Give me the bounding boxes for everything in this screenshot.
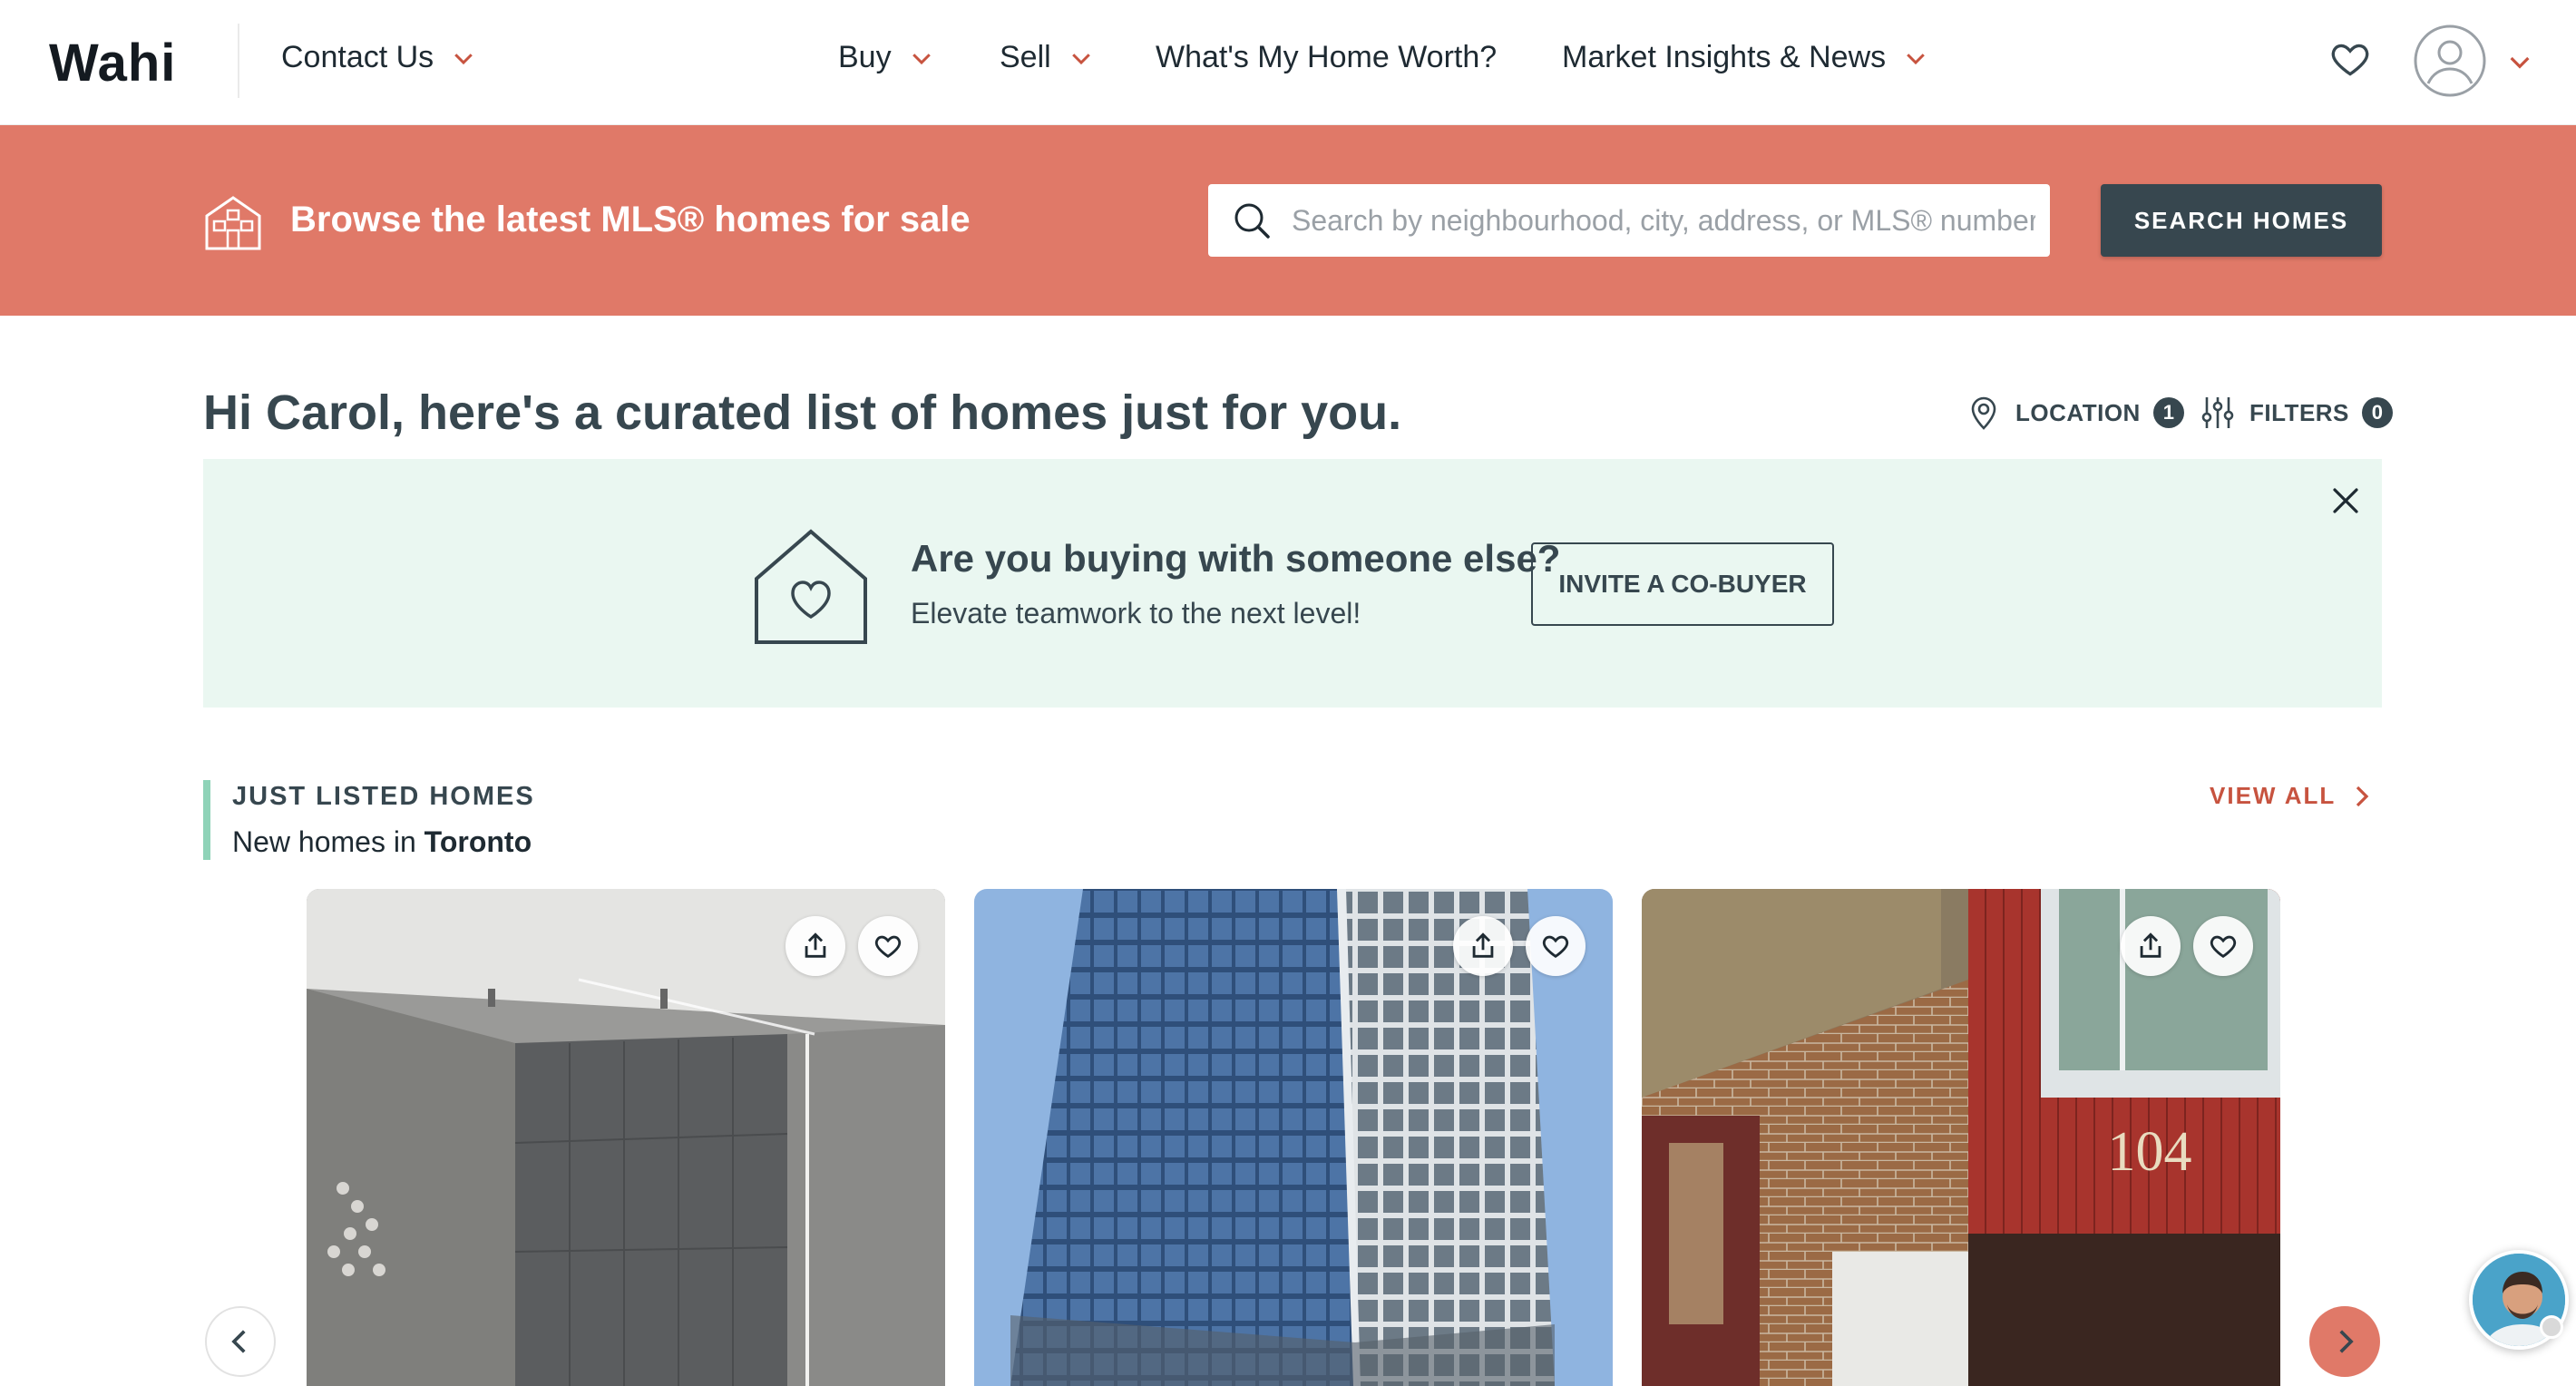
filters-label: FILTERS [2249,398,2349,426]
invite-cobuyer-button[interactable]: INVITE A CO-BUYER [1531,542,1834,626]
nav-buy[interactable]: Buy [838,40,935,75]
listing-card-3[interactable]: 104 [1642,889,2280,1386]
cobuyer-subtitle: Elevate teamwork to the next level! [911,597,1361,630]
user-avatar-icon[interactable] [2413,24,2487,98]
chevron-down-icon [1068,44,1095,72]
carousel-prev-button[interactable] [205,1306,276,1377]
chevron-down-icon [1902,44,1929,72]
share-icon[interactable] [2121,916,2181,976]
search-input[interactable] [1292,184,2035,257]
header-divider [238,24,239,98]
section-city: Toronto [424,825,532,858]
listing-card-2[interactable] [974,889,1613,1386]
sliders-icon [2199,394,2237,432]
view-all-label: VIEW ALL [2210,782,2337,809]
cobuyer-title: Are you buying with someone else? [911,537,1561,580]
favourite-heart-icon[interactable] [2193,916,2253,976]
house-heart-icon [751,526,871,648]
wahi-logo[interactable]: Wahi [49,33,176,93]
section-subtitle-prefix: New homes in [232,825,416,858]
listing-photo-brick-house: 104 [1642,889,2280,1386]
chevron-right-icon [2339,1330,2354,1353]
search-banner: Browse the latest MLS® homes for sale SE… [0,125,2576,316]
chevron-down-icon [908,44,935,72]
nav-home-worth-label: What's My Home Worth? [1156,40,1498,74]
top-header: Wahi Contact Us Buy Sell What's My Home … [0,0,2576,125]
filters-button[interactable]: FILTERS 0 [2199,394,2393,432]
close-icon[interactable] [2326,481,2366,521]
nav-sell-label: Sell [1000,40,1051,74]
nav-sell[interactable]: Sell [1000,40,1095,75]
nav-contact-us-label: Contact Us [281,40,434,74]
location-pin-icon [1965,394,2003,432]
cobuyer-promo: Are you buying with someone else? Elevat… [203,459,2382,708]
search-homes-button[interactable]: SEARCH HOMES [2101,184,2382,257]
location-filter-button[interactable]: LOCATION 1 [1965,394,2184,432]
listing-photo-highrise [974,889,1613,1386]
favourite-heart-icon[interactable] [858,916,918,976]
view-all-link[interactable]: VIEW ALL [2210,782,2376,810]
share-icon[interactable] [785,916,845,976]
house-number: 104 [2108,1121,2192,1183]
account-chevron-down-icon[interactable] [2505,47,2534,76]
nav-market-insights[interactable]: Market Insights & News [1562,40,1929,75]
nav-home-worth[interactable]: What's My Home Worth? [1156,40,1497,75]
section-title: JUST LISTED HOMES [232,782,535,811]
chevron-down-icon [450,44,477,72]
location-count-badge: 1 [2152,397,2184,428]
logo-text: Wahi [49,34,177,93]
search-box[interactable] [1208,184,2050,257]
page-title: Hi Carol, here's a curated list of homes… [203,386,1402,440]
listing-photo-lobby [307,889,945,1386]
chat-status-dot [2540,1315,2563,1339]
listing-card-1[interactable] [307,889,945,1386]
banner-title: Browse the latest MLS® homes for sale [290,200,971,239]
house-building-icon [201,190,265,254]
nav-buy-label: Buy [838,40,892,74]
share-icon[interactable] [1453,916,1513,976]
chevron-right-icon [2356,786,2369,806]
nav-contact-us[interactable]: Contact Us [281,40,477,75]
section-subtitle: New homes in Toronto [232,825,532,859]
search-icon [1232,200,1272,240]
heart-icon[interactable] [2327,36,2373,82]
location-label: LOCATION [2015,398,2141,426]
favourite-heart-icon[interactable] [1526,916,1586,976]
nav-market-insights-label: Market Insights & News [1562,40,1887,74]
section-accent-bar [203,780,210,860]
filters-count-badge: 0 [2361,397,2393,428]
carousel-next-button[interactable] [2309,1306,2380,1377]
chevron-left-icon [231,1330,246,1353]
